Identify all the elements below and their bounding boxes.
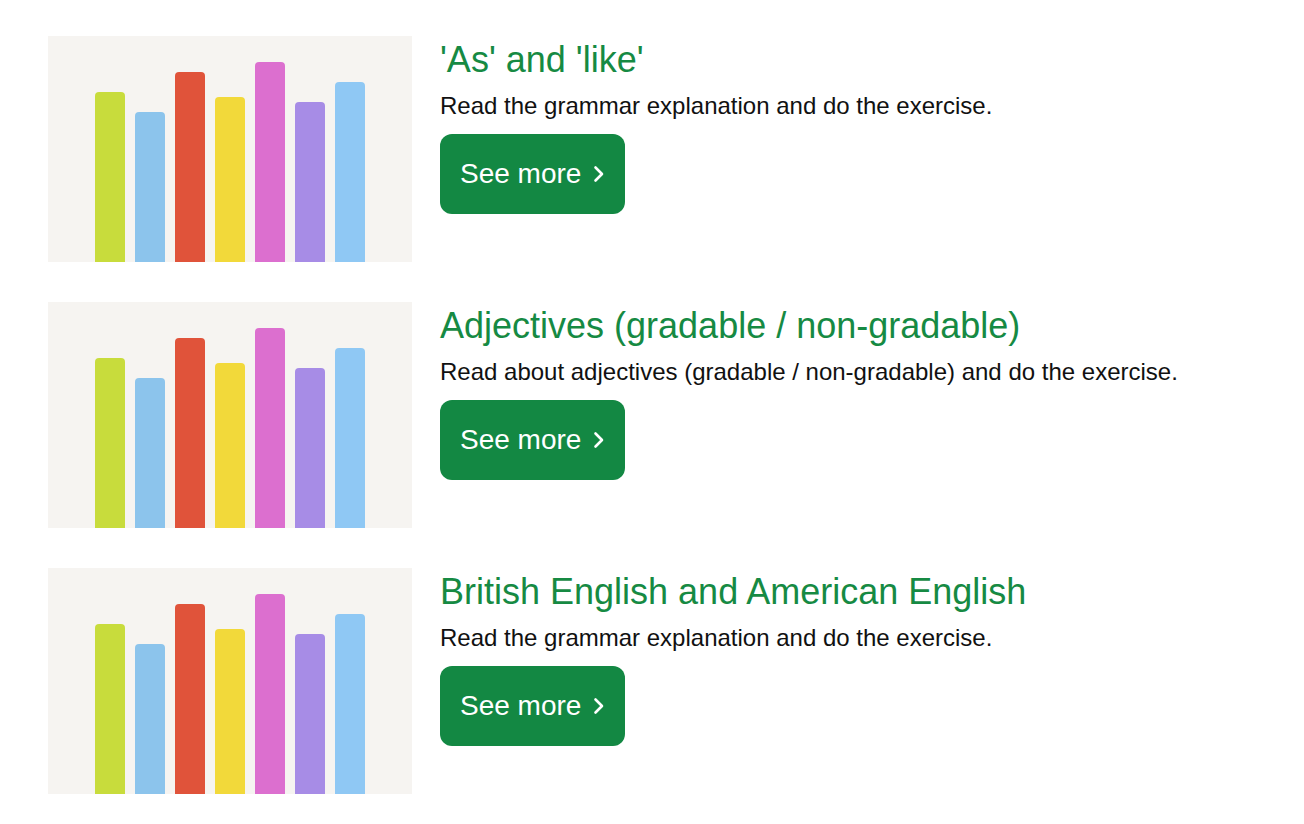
lesson-item: Adjectives (gradable / non-gradable) Rea… bbox=[48, 302, 1304, 568]
lesson-image[interactable] bbox=[48, 302, 412, 528]
lesson-description: Read the grammar explanation and do the … bbox=[440, 622, 1026, 654]
lesson-info: 'As' and 'like' Read the grammar explana… bbox=[440, 36, 992, 214]
lesson-image[interactable] bbox=[48, 36, 412, 262]
see-more-button[interactable]: See more bbox=[440, 666, 625, 746]
lesson-title[interactable]: 'As' and 'like' bbox=[440, 38, 992, 82]
see-more-button[interactable]: See more bbox=[440, 134, 625, 214]
lesson-image[interactable] bbox=[48, 568, 412, 794]
lesson-info: British English and American English Rea… bbox=[440, 568, 1026, 746]
lesson-title[interactable]: British English and American English bbox=[440, 570, 1026, 614]
lesson-list: 'As' and 'like' Read the grammar explana… bbox=[0, 0, 1304, 824]
chevron-right-icon bbox=[593, 431, 605, 449]
lesson-info: Adjectives (gradable / non-gradable) Rea… bbox=[440, 302, 1178, 480]
lesson-description: Read the grammar explanation and do the … bbox=[440, 90, 992, 122]
lesson-item: British English and American English Rea… bbox=[48, 568, 1304, 824]
see-more-button[interactable]: See more bbox=[440, 400, 625, 480]
lesson-item: 'As' and 'like' Read the grammar explana… bbox=[48, 36, 1304, 302]
chevron-right-icon bbox=[593, 165, 605, 183]
lesson-description: Read about adjectives (gradable / non-gr… bbox=[440, 356, 1178, 388]
chevron-right-icon bbox=[593, 697, 605, 715]
lesson-title[interactable]: Adjectives (gradable / non-gradable) bbox=[440, 304, 1178, 348]
